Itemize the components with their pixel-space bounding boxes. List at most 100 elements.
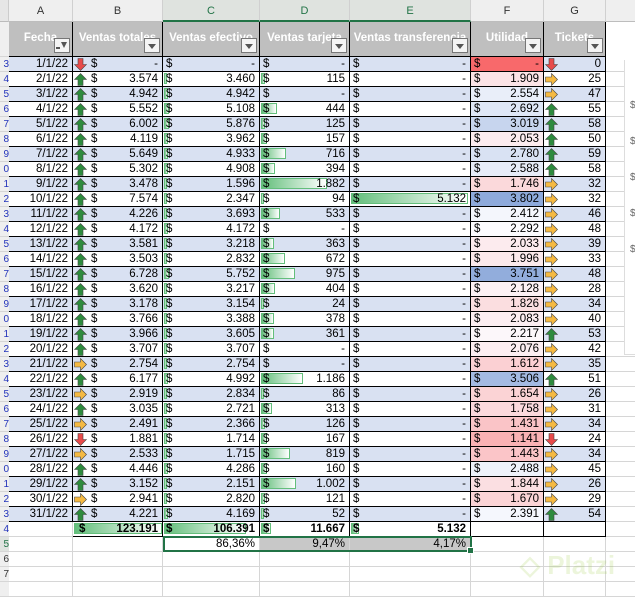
ventas-tarjeta-cell[interactable]: $ - [260,57,350,72]
row-number[interactable]: 7 [0,567,9,582]
tickets-cell[interactable]: 32 [544,192,606,207]
row-number[interactable]: 4 [0,72,9,87]
date-cell[interactable]: 11/1/22 [9,207,73,222]
ventas-efectivo-cell[interactable]: $3.693 [163,207,260,222]
ventas-tarjeta-cell[interactable]: $86 [260,387,350,402]
ventas-tarjeta-cell[interactable]: $975 [260,267,350,282]
column-header-E[interactable]: E [350,0,471,22]
row-number[interactable]: 9 [0,447,9,462]
tickets-cell[interactable]: 47 [544,87,606,102]
ventas-transferencia-cell[interactable]: $ - [350,342,471,357]
row-number[interactable]: 6 [0,252,9,267]
ventas-transferencia-cell[interactable]: $ - [350,282,471,297]
total-ventas-tarjeta-cell[interactable]: $11.667 [260,522,350,537]
tickets-cell[interactable]: 48 [544,222,606,237]
ventas-totales-cell[interactable]: $3.707 [73,342,163,357]
filter-dropdown-icon[interactable] [331,38,347,53]
tickets-cell[interactable]: 32 [544,177,606,192]
row-number[interactable]: 9 [0,297,9,312]
utilidad-cell[interactable]: $1.758 [471,402,544,417]
ventas-efectivo-cell[interactable]: $4.992 [163,372,260,387]
ventas-transferencia-cell[interactable]: $ - [350,147,471,162]
ventas-transferencia-cell[interactable]: $ - [350,357,471,372]
date-cell[interactable]: 17/1/22 [9,297,73,312]
empty-cell[interactable] [73,582,163,597]
empty-cell[interactable] [260,552,350,567]
date-cell[interactable]: 12/1/22 [9,222,73,237]
utilidad-cell[interactable]: $ - [471,57,544,72]
tickets-cell[interactable]: 54 [544,507,606,522]
utilidad-cell[interactable]: $3.751 [471,267,544,282]
ventas-efectivo-cell[interactable]: $4.933 [163,147,260,162]
ventas-tarjeta-cell[interactable]: $363 [260,237,350,252]
ventas-efectivo-cell[interactable]: $2.754 [163,357,260,372]
utilidad-cell[interactable]: $2.292 [471,222,544,237]
ventas-tarjeta-cell[interactable]: $404 [260,282,350,297]
row-number[interactable]: 0 [0,462,9,477]
utilidad-cell[interactable]: $3.019 [471,117,544,132]
ventas-transferencia-cell[interactable]: $ - [350,102,471,117]
date-cell[interactable]: 27/1/22 [9,447,73,462]
row-number[interactable]: 7 [0,417,9,432]
ventas-efectivo-cell[interactable]: $4.286 [163,462,260,477]
ventas-efectivo-cell[interactable]: $3.605 [163,327,260,342]
row-number[interactable]: 6 [0,402,9,417]
ventas-tarjeta-cell[interactable]: $24 [260,297,350,312]
empty-cell[interactable] [73,537,163,552]
tickets-cell[interactable]: 51 [544,372,606,387]
row-number[interactable]: 3 [0,207,9,222]
date-cell[interactable]: 31/1/22 [9,507,73,522]
ventas-tarjeta-cell[interactable]: $819 [260,447,350,462]
date-cell[interactable]: 13/1/22 [9,237,73,252]
utilidad-cell[interactable]: $1.909 [471,72,544,87]
ventas-efectivo-cell[interactable]: $5.752 [163,267,260,282]
empty-cell[interactable] [9,537,73,552]
tickets-cell[interactable]: 58 [544,117,606,132]
column-header-B[interactable]: B [73,0,163,22]
ventas-tarjeta-cell[interactable]: $1.882 [260,177,350,192]
ventas-tarjeta-cell[interactable]: $157 [260,132,350,147]
utilidad-cell[interactable]: $2.053 [471,132,544,147]
ventas-totales-cell[interactable]: $3.478 [73,177,163,192]
empty-cell[interactable] [260,582,350,597]
ventas-efectivo-cell[interactable]: $3.707 [163,342,260,357]
ventas-transferencia-cell[interactable]: $ - [350,387,471,402]
total-ventas-totales-cell[interactable]: $123.191 [73,522,163,537]
ventas-transferencia-cell[interactable]: $ - [350,117,471,132]
row-number[interactable]: 5 [0,387,9,402]
date-cell[interactable]: 25/1/22 [9,417,73,432]
utilidad-cell[interactable]: $1.996 [471,252,544,267]
utilidad-cell[interactable]: $3.506 [471,372,544,387]
ventas-efectivo-cell[interactable]: $4.172 [163,222,260,237]
ventas-totales-cell[interactable]: $2.533 [73,447,163,462]
ventas-efectivo-cell[interactable]: $1.714 [163,432,260,447]
ventas-efectivo-cell[interactable]: $2.151 [163,477,260,492]
empty-cell[interactable] [606,462,635,477]
column-header-F[interactable]: F [471,0,544,22]
tickets-cell[interactable]: 33 [544,252,606,267]
date-cell[interactable]: 7/1/22 [9,147,73,162]
column-header-G[interactable]: G [544,0,606,22]
empty-cell[interactable] [350,582,471,597]
date-cell[interactable]: 24/1/22 [9,402,73,417]
ventas-efectivo-cell[interactable]: $3.218 [163,237,260,252]
ventas-transferencia-cell[interactable]: $ - [350,222,471,237]
row-number[interactable]: 3 [0,57,9,72]
tickets-cell[interactable]: 58 [544,162,606,177]
ventas-transferencia-cell[interactable]: $ - [350,447,471,462]
ventas-efectivo-cell[interactable]: $4.908 [163,162,260,177]
row-number[interactable]: 3 [0,357,9,372]
ventas-totales-cell[interactable]: $3.620 [73,282,163,297]
empty-cell[interactable] [606,582,635,597]
row-number[interactable]: 8 [0,132,9,147]
utilidad-cell[interactable]: $1.612 [471,357,544,372]
row-number[interactable]: 9 [0,147,9,162]
utilidad-cell[interactable]: $2.554 [471,87,544,102]
ventas-efectivo-cell[interactable]: $3.217 [163,282,260,297]
empty-cell[interactable] [9,552,73,567]
date-cell[interactable]: 3/1/22 [9,87,73,102]
ventas-efectivo-cell[interactable]: $4.942 [163,87,260,102]
utilidad-cell[interactable]: $2.076 [471,342,544,357]
tickets-cell[interactable]: 50 [544,132,606,147]
ventas-tarjeta-cell[interactable]: $533 [260,207,350,222]
